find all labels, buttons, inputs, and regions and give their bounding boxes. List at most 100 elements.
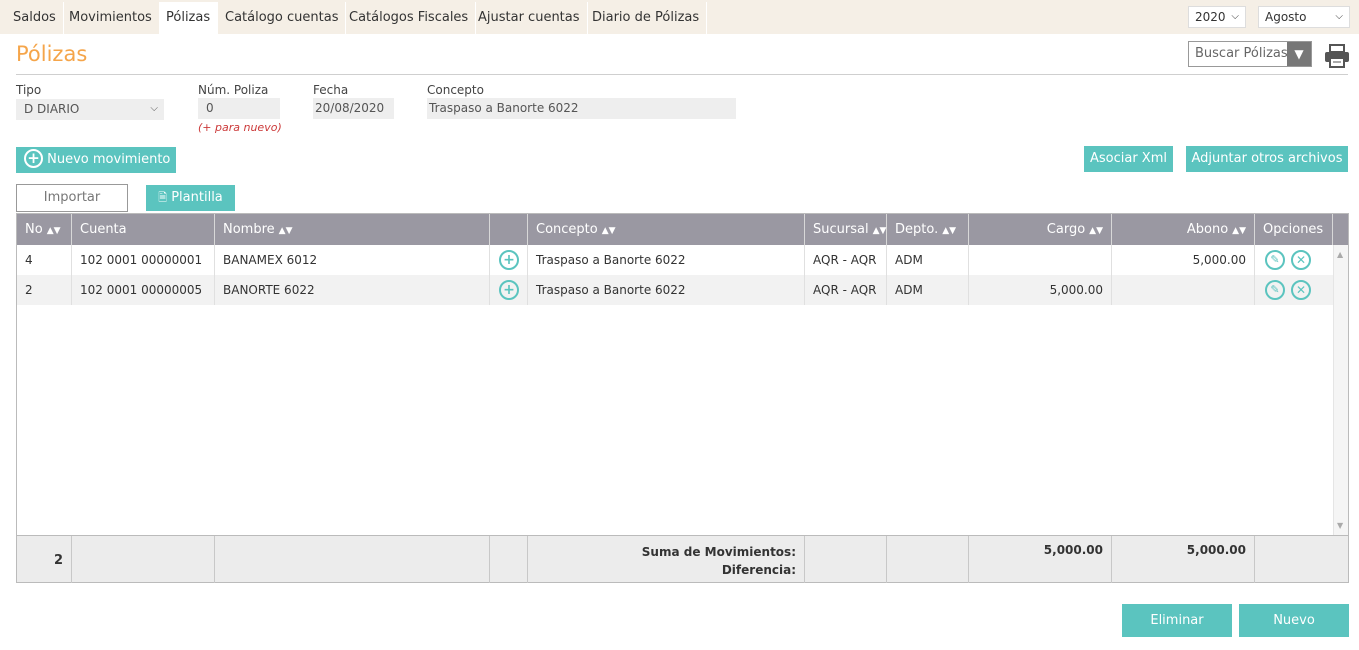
footer-labels: Suma de Movimientos: Diferencia: — [528, 536, 805, 583]
cell-depto: ADM — [887, 275, 969, 305]
suma-movimientos-label: Suma de Movimientos: — [641, 545, 796, 559]
cell-opciones: ✎ ✕ — [1255, 275, 1333, 305]
sort-icon: ▲▼ — [601, 226, 616, 236]
year-select[interactable]: 2020 ⌵ — [1188, 6, 1246, 28]
tipo-value: D DIARIO — [24, 102, 80, 116]
plus-circle-icon: + — [24, 148, 43, 168]
tab-catalogo-cuentas[interactable]: Catálogo cuentas — [218, 2, 347, 34]
adjuntar-archivos-button[interactable]: Adjuntar otros archivos — [1186, 146, 1348, 172]
nuevo-button[interactable]: Nuevo — [1239, 604, 1349, 637]
footer-cargo-total: 5,000.00 — [969, 536, 1112, 583]
table-scrollbar[interactable]: ▲ ▼ — [1333, 245, 1348, 535]
cell-nombre: BANORTE 6022 — [215, 275, 490, 305]
movimientos-table: No▲▼ Cuenta Contable▲▼ Nombre▲▼ Concepto… — [16, 213, 1349, 583]
col-sucursal[interactable]: Sucursal ▲▼ — [805, 214, 887, 245]
edit-pencil-icon[interactable]: ✎ — [1265, 280, 1285, 300]
edit-pencil-icon[interactable]: ✎ — [1265, 250, 1285, 270]
nuevo-movimiento-button[interactable]: + Nuevo movimiento — [16, 147, 176, 173]
tab-diario-polizas[interactable]: Diario de Pólizas — [585, 2, 708, 34]
divider — [16, 74, 1348, 75]
year-value: 2020 — [1195, 10, 1226, 24]
tab-polizas[interactable]: Pólizas — [159, 2, 219, 34]
col-cargo[interactable]: Cargo ▲▼ — [969, 214, 1112, 245]
num-poliza-field[interactable]: 0 — [198, 98, 280, 119]
table-header: No▲▼ Cuenta Contable▲▼ Nombre▲▼ Concepto… — [17, 214, 1348, 268]
month-select[interactable]: Agosto ⌵ — [1258, 6, 1350, 28]
search-placeholder: Buscar Pólizas — [1195, 46, 1288, 61]
concepto-field[interactable]: Traspaso a Banorte 6022 — [427, 98, 736, 119]
delete-x-icon[interactable]: ✕ — [1291, 280, 1311, 300]
footer-cell — [887, 536, 969, 583]
num-poliza-hint: (+ para nuevo) — [198, 121, 282, 134]
num-poliza-label: Núm. Poliza — [198, 83, 269, 97]
delete-x-icon[interactable]: ✕ — [1291, 250, 1311, 270]
table-row[interactable]: 2 102 0001 00000005 BANORTE 6022 + Trasp… — [17, 275, 1333, 305]
tab-movimientos[interactable]: Movimientos — [62, 2, 160, 34]
tipo-select[interactable]: D DIARIO ⌵ — [16, 99, 164, 120]
col-nombre[interactable]: Nombre ▲▼ — [215, 214, 490, 245]
concepto-label: Concepto — [427, 83, 484, 97]
col-concepto[interactable]: Concepto ▲▼ — [528, 214, 805, 245]
footer-cell — [490, 536, 528, 583]
importar-button[interactable]: Importar — [16, 184, 128, 212]
cell-concepto: Traspaso a Banorte 6022 — [528, 275, 805, 305]
cell-cargo — [969, 245, 1112, 275]
tipo-label: Tipo — [16, 83, 42, 97]
col-add — [490, 214, 528, 245]
cell-concepto: Traspaso a Banorte 6022 — [528, 245, 805, 275]
chevron-down-icon: ⌵ — [1231, 11, 1239, 22]
plantilla-button[interactable]: 🗎 Plantilla — [146, 185, 235, 211]
cell-cuenta: 102 0001 00000005 — [72, 275, 215, 305]
diferencia-label: Diferencia: — [721, 563, 796, 577]
sort-icon: ▲▼ — [872, 226, 887, 236]
tab-saldos[interactable]: Saldos — [6, 2, 64, 34]
search-polizas-select[interactable]: Buscar Pólizas ▼ — [1188, 41, 1312, 67]
tab-catalogos-fiscales[interactable]: Catálogos Fiscales — [342, 2, 477, 34]
nuevo-movimiento-label: Nuevo movimiento — [47, 152, 171, 167]
print-icon[interactable] — [1324, 44, 1350, 68]
scroll-up-icon[interactable]: ▲ — [1337, 250, 1343, 259]
cell-opciones: ✎ ✕ — [1255, 245, 1333, 275]
cell-add: + — [490, 245, 528, 275]
cell-no: 2 — [17, 275, 72, 305]
footer-cell — [805, 536, 887, 583]
fecha-field[interactable]: 20/08/2020 — [313, 98, 394, 119]
cell-sucursal: AQR - AQR — [805, 275, 887, 305]
cell-cuenta: 102 0001 00000001 — [72, 245, 215, 275]
footer-cell — [72, 536, 215, 583]
col-depto[interactable]: Depto. ▲▼ — [887, 214, 969, 245]
scroll-down-icon[interactable]: ▼ — [1337, 521, 1343, 530]
cell-add: + — [490, 275, 528, 305]
cell-sucursal: AQR - AQR — [805, 245, 887, 275]
col-cuenta[interactable]: Cuenta Contable▲▼ — [72, 214, 215, 268]
chevron-down-icon: ⌵ — [1335, 11, 1343, 22]
page-title: Pólizas — [16, 42, 88, 66]
eliminar-button[interactable]: Eliminar — [1122, 604, 1232, 637]
col-opciones: Opciones — [1255, 214, 1333, 245]
sort-icon: ▲▼ — [1232, 226, 1246, 236]
sort-icon: ▲▼ — [942, 226, 957, 236]
sort-icon: ▲▼ — [1089, 226, 1103, 236]
cell-abono — [1112, 275, 1255, 305]
sort-icon: ▲▼ — [278, 226, 293, 236]
table-row[interactable]: 4 102 0001 00000001 BANAMEX 6012 + Trasp… — [17, 245, 1333, 275]
asociar-xml-button[interactable]: Asociar Xml — [1084, 146, 1173, 172]
col-no[interactable]: No ▲▼ — [17, 214, 72, 245]
footer-cell — [1255, 536, 1348, 583]
fecha-label: Fecha — [313, 83, 349, 97]
col-abono[interactable]: Abono ▲▼ — [1112, 214, 1255, 245]
plantilla-label: Plantilla — [171, 190, 223, 205]
cell-no: 4 — [17, 245, 72, 275]
add-circle-icon[interactable]: + — [499, 250, 519, 270]
footer-cell — [215, 536, 490, 583]
cell-nombre: BANAMEX 6012 — [215, 245, 490, 275]
cell-depto: ADM — [887, 245, 969, 275]
cell-abono: 5,000.00 — [1112, 245, 1255, 275]
chevron-down-icon: ⌵ — [150, 103, 158, 114]
tab-ajustar-cuentas[interactable]: Ajustar cuentas — [471, 2, 588, 34]
chevron-down-icon[interactable]: ▼ — [1287, 42, 1311, 66]
add-circle-icon[interactable]: + — [499, 280, 519, 300]
month-value: Agosto — [1265, 10, 1307, 24]
table-footer: 2 Suma de Movimientos: Diferencia: 5,000… — [17, 535, 1348, 583]
top-navigation: Saldos Movimientos Pólizas Catálogo cuen… — [0, 0, 1359, 34]
